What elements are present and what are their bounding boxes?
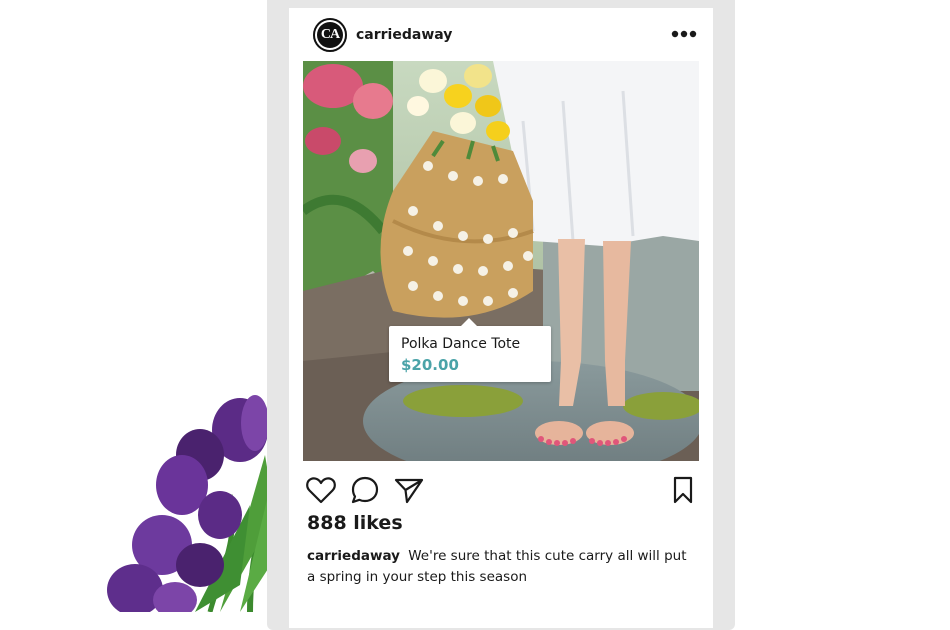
post-actions: [289, 470, 713, 510]
product-tag-name: Polka Dance Tote: [401, 336, 521, 352]
post-caption: carriedaway We're sure that this cute ca…: [307, 546, 687, 588]
instagram-post-card: CA carriedaway Polka Dance Tote $20.00 8…: [289, 8, 713, 628]
more-horizontal-icon[interactable]: [671, 28, 697, 40]
post-header: CA carriedaway: [289, 8, 713, 62]
avatar[interactable]: CA: [313, 18, 347, 52]
send-icon[interactable]: [393, 474, 425, 506]
post-image[interactable]: Polka Dance Tote $20.00: [303, 61, 699, 461]
likes-count[interactable]: 888 likes: [307, 512, 403, 534]
product-tag-price: $20.00: [401, 356, 459, 374]
product-tag[interactable]: Polka Dance Tote $20.00: [389, 318, 551, 382]
caption-username[interactable]: carriedaway: [307, 548, 400, 564]
bookmark-icon[interactable]: [667, 474, 699, 506]
comment-icon[interactable]: [349, 474, 381, 506]
tulip-bouquet-decoration: [100, 385, 290, 618]
post-username[interactable]: carriedaway: [356, 27, 452, 43]
heart-icon[interactable]: [305, 474, 337, 506]
